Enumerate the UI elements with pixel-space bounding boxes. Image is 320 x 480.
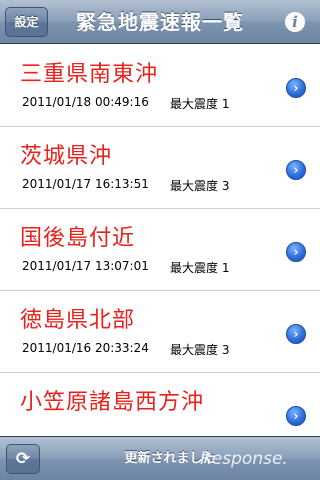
refresh-icon: ⟳ — [15, 449, 31, 469]
page-title: 緊急地震速報一覧 — [76, 10, 244, 34]
list-item[interactable]: 小笠原諸島西方沖 › — [0, 373, 320, 433]
datetime-label: 2011/01/17 13:07:01 — [22, 259, 149, 273]
location-label: 徳島県北部 — [20, 308, 136, 333]
location-label: 茨城県沖 — [20, 144, 113, 169]
intensity-label: 最大震度 1 — [170, 97, 230, 111]
settings-button[interactable]: 設定 — [5, 7, 48, 37]
intensity-label: 最大震度 1 — [170, 261, 230, 275]
earthquake-list: 三重県南東沖 2011/01/18 00:49:16 最大震度 1 › 茨城県沖… — [0, 45, 320, 433]
list-item[interactable]: 茨城県沖 2011/01/17 16:13:51 最大震度 3 › — [0, 127, 320, 209]
list-item[interactable]: 三重県南東沖 2011/01/18 00:49:16 最大震度 1 › — [0, 45, 320, 127]
datetime-label: 2011/01/18 00:49:16 — [22, 95, 149, 109]
refresh-button[interactable]: ⟳ — [6, 444, 40, 474]
location-label: 三重県南東沖 — [20, 62, 159, 87]
intensity-label: 最大震度 3 — [170, 343, 230, 357]
info-icon[interactable]: i — [285, 12, 305, 32]
datetime-label: 2011/01/17 16:13:51 — [22, 177, 149, 191]
disclosure-icon[interactable]: › — [286, 242, 306, 262]
disclosure-icon[interactable]: › — [286, 406, 306, 426]
datetime-label: 2011/01/16 20:33:24 — [22, 341, 149, 355]
disclosure-icon[interactable]: › — [286, 78, 306, 98]
location-label: 国後島付近 — [20, 226, 136, 251]
disclosure-icon[interactable]: › — [286, 324, 306, 344]
list-item[interactable]: 国後島付近 2011/01/17 13:07:01 最大震度 1 › — [0, 209, 320, 291]
navigation-bar: 設定 緊急地震速報一覧 i — [0, 0, 320, 44]
disclosure-icon[interactable]: › — [286, 160, 306, 180]
intensity-label: 最大震度 3 — [170, 179, 230, 193]
location-label: 小笠原諸島西方沖 — [20, 390, 205, 415]
list-item[interactable]: 徳島県北部 2011/01/16 20:33:24 最大震度 3 › — [0, 291, 320, 373]
response-watermark: Response. — [200, 449, 288, 469]
